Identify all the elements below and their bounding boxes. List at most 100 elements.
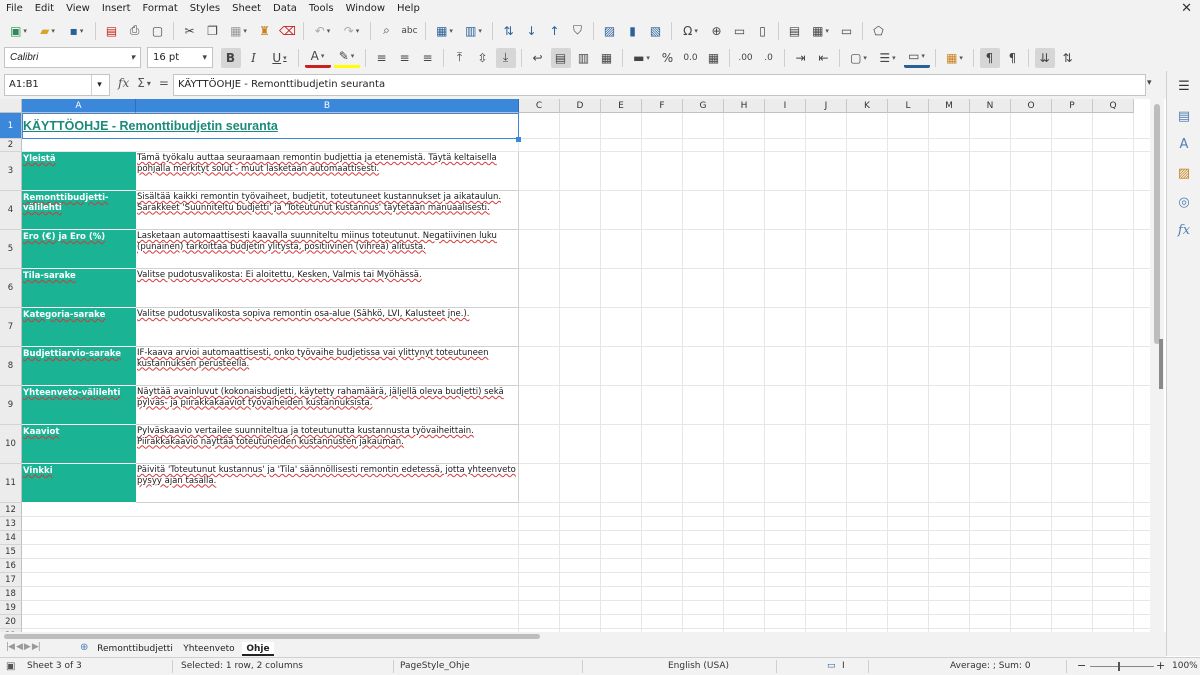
menu-styles[interactable]: Styles [184,0,226,17]
number-format-button[interactable]: 0.0 [681,48,701,68]
align-top-icon[interactable]: ⤒ [450,48,470,68]
description-cell[interactable]: Tämä työkalu auttaa seuraamaan remontin … [136,152,519,191]
align-middle-icon[interactable]: ⇳ [473,48,493,68]
vertical-scrollbar-thumb[interactable] [1154,104,1160,344]
description-cell[interactable]: Lasketaan automaattisesti kaavalla suunn… [136,230,519,269]
chevron-down-icon[interactable]: ▾ [130,52,135,63]
zoom-level[interactable]: 100% [1172,661,1198,671]
previous-sheet-icon[interactable]: ◀ [16,642,23,652]
description-cell[interactable]: Sisältää kaikki remontin työvaiheet, bud… [136,191,519,230]
clone-formatting-icon[interactable]: ♜ [255,21,275,41]
gallery-icon[interactable]: ▨ [1175,164,1193,182]
row-header-3[interactable]: 3 [0,152,22,191]
description-cell[interactable]: Näyttää avainluvut (kokonaisbudjetti, kä… [136,386,519,425]
font-color-button[interactable]: A [304,48,331,68]
row-header-4[interactable]: 4 [0,191,22,230]
row-header-8[interactable]: 8 [0,347,22,386]
description-cell[interactable]: Valitse pudotusvalikosta: Ei aloitettu, … [136,269,519,308]
add-decimal-icon[interactable]: .00 [736,48,756,68]
sort-ascending-icon[interactable]: ↓ [522,21,542,41]
menu-tools[interactable]: Tools [303,0,340,17]
sidebar-resize-handle[interactable] [1159,339,1163,389]
show-draw-functions-icon[interactable]: ⬠ [869,21,889,41]
row-header-15[interactable]: 15 [0,545,22,559]
label-cell[interactable]: Ero (€) ja Ero (%) [22,230,136,269]
row-header-20[interactable]: 20 [0,615,22,629]
column-header-i[interactable]: I [765,99,806,113]
column-header-l[interactable]: L [888,99,929,113]
tab-ohje[interactable]: Ohje [242,642,274,656]
formula-input[interactable]: KÄYTTÖOHJE - Remonttibudjetin seuranta [173,74,1146,96]
align-center-icon[interactable]: ≡ [395,48,415,68]
border-style-icon[interactable]: ☰ [875,48,901,68]
undo-icon[interactable]: ↶ [310,21,336,41]
description-cell[interactable]: Pylväskaavio vertailee suunniteltua ja t… [136,425,519,464]
column-header-g[interactable]: G [683,99,724,113]
horizontal-scrollbar-thumb[interactable] [4,634,540,639]
copy-icon[interactable]: ❐ [203,21,223,41]
percent-format-button[interactable]: % [658,48,678,68]
unmerge-cells-icon[interactable]: ▦ [597,48,617,68]
menu-format[interactable]: Format [137,0,184,17]
special-character-icon[interactable]: Ω [678,21,704,41]
column-header-d[interactable]: D [560,99,601,113]
column-header-q[interactable]: Q [1093,99,1134,113]
headers-footers-icon[interactable]: ▯ [753,21,773,41]
row-header-11[interactable]: 11 [0,464,22,503]
zoom-out-icon[interactable]: − [1077,659,1086,672]
sort-icon[interactable]: ⇅ [499,21,519,41]
description-cell[interactable]: IF-kaava arvioi automaattisesti, onko ty… [136,347,519,386]
menu-view[interactable]: View [60,0,96,17]
spreadsheet-grid[interactable]: ABCDEFGHIJKLMNOPQ 1 2 3 4 5 6 7 8 9 10 11 12 13 14 15 1… [0,99,1150,632]
row-header-9[interactable]: 9 [0,386,22,425]
increase-indent-icon[interactable]: ⇥ [791,48,811,68]
formula-equals-icon[interactable]: = [159,76,169,90]
zoom-in-icon[interactable]: + [1156,659,1165,672]
autofilter-icon[interactable]: ⛉ [568,21,588,41]
menu-help[interactable]: Help [391,0,426,17]
horizontal-scrollbar[interactable] [0,632,1150,641]
row-header-19[interactable]: 19 [0,601,22,615]
label-cell[interactable]: Yhteenveto-välilehti [22,386,136,425]
save-icon[interactable]: ▪ [64,21,90,41]
wrap-text-icon[interactable]: ↩ [528,48,548,68]
select-all-corner[interactable] [0,99,22,113]
row-header-18[interactable]: 18 [0,587,22,601]
row-header-16[interactable]: 16 [0,559,22,573]
column-header-f[interactable]: F [642,99,683,113]
menu-data[interactable]: Data [267,0,303,17]
document-modified-icon[interactable]: ▣ [6,661,15,672]
navigator-icon[interactable]: ◎ [1175,193,1193,211]
column-header-o[interactable]: O [1011,99,1052,113]
delete-decimal-icon[interactable]: .0 [759,48,779,68]
label-cell[interactable]: Yleistä [22,152,136,191]
row-header-1[interactable]: 1 [0,113,22,139]
chevron-down-icon[interactable]: ▾ [91,75,107,95]
next-sheet-icon[interactable]: ▶ [24,642,31,652]
column-header-k[interactable]: K [847,99,888,113]
menu-edit[interactable]: Edit [29,0,60,17]
underline-button[interactable]: U [267,48,293,68]
print-preview-icon[interactable]: ▢ [148,21,168,41]
menu-insert[interactable]: Insert [96,0,137,17]
label-cell[interactable]: Remonttibudjetti-välilehti [22,191,136,230]
column-header-j[interactable]: J [806,99,847,113]
column-header-e[interactable]: E [601,99,642,113]
label-cell[interactable]: Kategoria-sarake [22,308,136,347]
export-pdf-icon[interactable]: ▤ [102,21,122,41]
spelling-icon[interactable]: abc [400,21,420,41]
selection-mode-icon[interactable]: ▭ [827,661,836,671]
decrease-indent-icon[interactable]: ⇤ [814,48,834,68]
clear-formatting-icon[interactable]: ⌫ [278,21,298,41]
label-cell[interactable]: Vinkki [22,464,136,503]
sum-dropdown-icon[interactable]: ▾ [147,79,151,90]
currency-format-icon[interactable]: ▬ [629,48,655,68]
freeze-rows-columns-icon[interactable]: ▦ [808,21,834,41]
define-print-area-icon[interactable]: ▤ [785,21,805,41]
merge-cells-icon[interactable]: ▥ [574,48,594,68]
row-icon[interactable]: ▦ [432,21,458,41]
comment-icon[interactable]: ▭ [730,21,750,41]
properties-icon[interactable]: ▤ [1175,107,1193,125]
split-window-icon[interactable]: ▭ [837,21,857,41]
label-cell[interactable]: Budjettiarvio-sarake [22,347,136,386]
